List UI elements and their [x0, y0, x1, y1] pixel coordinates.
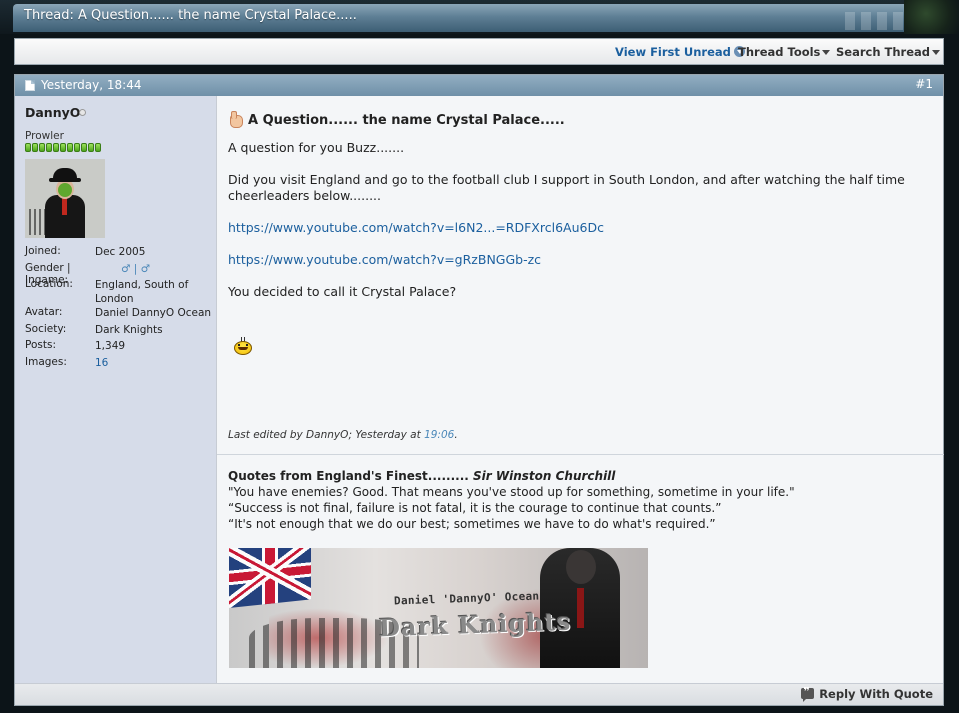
youtube-link-1[interactable]: https://www.youtube.com/watch?v=l6N2...=…	[228, 220, 604, 235]
user-details: Joined: Dec 2005 Gender | Ingame: ♂ | ♂ …	[25, 245, 215, 372]
location-label: Location:	[25, 278, 73, 290]
joined-label: Joined:	[25, 245, 61, 257]
smiley-icon	[232, 337, 254, 357]
avatar-bowler-hat	[53, 168, 77, 181]
reputation-bar	[25, 143, 101, 152]
last-edited-note: Last edited by DannyO; Yesterday at 19:0…	[228, 429, 458, 441]
post-header: Yesterday, 18:44 #1	[15, 75, 943, 96]
view-first-unread-label: View First Unread	[615, 45, 731, 59]
avatar-apple	[58, 183, 72, 197]
images-label: Images:	[25, 355, 67, 368]
user-title: Prowler	[25, 130, 64, 142]
search-thread-label: Search Thread	[836, 45, 931, 59]
username-link[interactable]: DannyO	[25, 105, 80, 120]
post-message: A question for you Buzz....... Did you v…	[228, 140, 923, 316]
offline-status-icon	[79, 109, 86, 116]
joined-row: Joined: Dec 2005	[25, 245, 215, 262]
document-icon	[25, 80, 35, 91]
gender-value: ♂ | ♂	[121, 262, 151, 275]
post-paragraph: Did you visit England and go to the foot…	[228, 172, 905, 203]
post-title: A Question...... the name Crystal Palace…	[228, 111, 565, 128]
signature-quote: "You have enemies? Good. That means you'…	[228, 485, 795, 499]
hand-icon	[228, 111, 244, 128]
reputation-pip	[39, 143, 45, 152]
last-edited-prefix: Last edited by DannyO; Yesterday at	[228, 429, 425, 441]
location-value: England, South of London	[95, 279, 189, 305]
reputation-pip	[67, 143, 73, 152]
union-jack-flag	[229, 548, 311, 608]
joined-value: Dec 2005	[95, 246, 146, 258]
reputation-pip	[74, 143, 80, 152]
header-background-art	[904, 0, 959, 34]
gender-row: Gender | Ingame: ♂ | ♂	[25, 262, 215, 286]
post-closing: You decided to call it Crystal Palace?	[228, 284, 457, 299]
post-date: Yesterday, 18:44	[41, 78, 142, 92]
chevron-down-icon	[822, 50, 831, 55]
chevron-down-icon	[932, 50, 941, 55]
avatar[interactable]	[25, 159, 105, 238]
smiley-eyes	[238, 344, 248, 346]
signature-quote: “It's not enough that we do our best; so…	[228, 517, 716, 531]
smiley-mouth	[238, 347, 248, 350]
images-row: Images: 16	[25, 356, 215, 373]
signature-heading-author: Sir Winston Churchill	[473, 469, 616, 483]
youtube-link-2[interactable]: https://www.youtube.com/watch?v=gRzBNGGb…	[228, 252, 541, 267]
signature-divider	[217, 454, 944, 455]
reputation-pip	[88, 143, 94, 152]
reputation-pip	[25, 143, 31, 152]
avatar-tie	[62, 197, 67, 215]
signature-quote: “Success is not final, failure is not fa…	[228, 501, 722, 515]
search-thread-menu[interactable]: Search Thread	[836, 45, 941, 59]
signature-heading: Quotes from England's Finest......... Si…	[228, 468, 928, 484]
reply-with-quote-button[interactable]: Reply With Quote	[801, 685, 933, 702]
reputation-pip	[60, 143, 66, 152]
banner-figure-head	[566, 550, 596, 584]
avatar-value: Daniel DannyO Ocean	[95, 307, 212, 319]
reputation-pip	[46, 143, 52, 152]
last-edited-time: 19:06	[424, 429, 455, 441]
thread-title-tab: Thread: A Question...... the name Crysta…	[13, 4, 945, 32]
thread-tools-menu[interactable]: Thread Tools	[738, 45, 831, 59]
reputation-pip	[95, 143, 101, 152]
avatar-row: Avatar: Daniel DannyO Ocean	[25, 306, 215, 323]
posts-row: Posts: 1,349	[25, 339, 215, 356]
reputation-pip	[32, 143, 38, 152]
banner-figure-tie	[577, 588, 584, 628]
post-title-text: A Question...... the name Crystal Palace…	[248, 113, 565, 128]
title-bar: Thread: A Question...... the name Crysta…	[0, 0, 959, 34]
thread-title: Thread: A Question...... the name Crysta…	[24, 8, 357, 23]
society-value: Dark Knights	[95, 323, 163, 336]
signature: Quotes from England's Finest......... Si…	[228, 468, 928, 532]
society-label: Society:	[25, 322, 67, 335]
post-body: A Question...... the name Crystal Palace…	[216, 96, 944, 683]
last-edited-suffix: .	[454, 429, 458, 441]
posts-label: Posts:	[25, 339, 56, 351]
post-footer: Reply With Quote	[15, 683, 943, 705]
post: Yesterday, 18:44 #1 DannyO Prowler Joine…	[14, 74, 944, 706]
reputation-pip	[81, 143, 87, 152]
post-number-link[interactable]: #1	[915, 77, 933, 91]
reply-with-quote-label: Reply With Quote	[819, 687, 933, 701]
posts-value: 1,349	[95, 340, 126, 352]
signature-banner[interactable]: Daniel 'DannyO' Ocean Dark Knights	[229, 548, 648, 668]
location-row: Location: England, South of London	[25, 278, 215, 306]
post-paragraph: A question for you Buzz.......	[228, 140, 405, 155]
society-row: Society: Dark Knights	[25, 323, 215, 340]
images-count-link[interactable]: 16	[95, 356, 215, 370]
reputation-pip	[53, 143, 59, 152]
thread-toolbar: View First Unread Thread Tools Search Th…	[14, 38, 944, 65]
view-first-unread-link[interactable]: View First Unread	[615, 45, 745, 59]
quote-bubble-icon	[801, 685, 815, 702]
avatar-label: Avatar:	[25, 306, 63, 318]
signature-heading-text: Quotes from England's Finest.........	[228, 469, 469, 483]
user-info-panel: DannyO Prowler Joined: Dec 2005 Gender |…	[15, 96, 216, 683]
thread-tools-label: Thread Tools	[738, 45, 821, 59]
